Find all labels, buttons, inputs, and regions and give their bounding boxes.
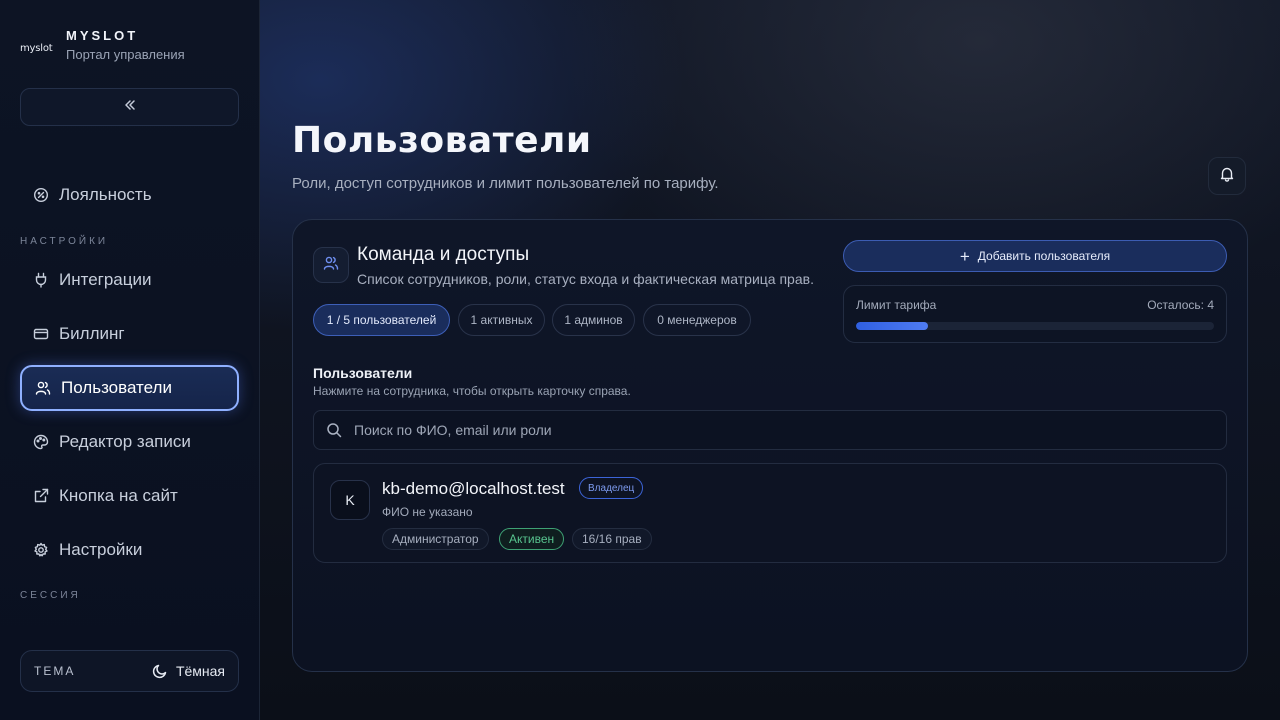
search-icon bbox=[326, 422, 342, 438]
notifications-button[interactable] bbox=[1208, 157, 1246, 195]
theme-switcher: ТЕМА Тёмная bbox=[20, 650, 239, 692]
brand-name: MYSLOT bbox=[66, 28, 139, 43]
rights-tag: 16/16 прав bbox=[572, 528, 652, 550]
brand-subtitle: Портал управления bbox=[66, 47, 185, 62]
brand-logo: myslot bbox=[20, 42, 53, 54]
team-title: Команда и доступы bbox=[357, 244, 530, 265]
sidebar-item-label: Лояльность bbox=[59, 185, 152, 204]
sidebar-item-site-button[interactable]: Кнопка на сайт bbox=[20, 473, 239, 519]
user-fio: ФИО не указано bbox=[382, 505, 473, 519]
sidebar-item-billing[interactable]: Биллинг bbox=[20, 311, 239, 357]
status-badge: Активен bbox=[499, 528, 565, 550]
users-icon bbox=[35, 380, 51, 396]
sidebar-item-users[interactable]: Пользователи bbox=[20, 365, 239, 411]
role-tag: Администратор bbox=[382, 528, 489, 550]
plan-limit-progress-fill bbox=[856, 322, 928, 330]
sidebar-item-label: Настройки bbox=[59, 540, 143, 559]
theme-value: Тёмная bbox=[175, 663, 225, 679]
user-list-item[interactable]: K kb-demo@localhost.test Владелец ФИО не… bbox=[313, 463, 1227, 563]
plan-limit-remaining: Осталось: 4 bbox=[1147, 298, 1214, 312]
plan-limit-box: Лимит тарифа Осталось: 4 bbox=[843, 285, 1227, 343]
sidebar-item-integrations[interactable]: Интеграции bbox=[20, 257, 239, 303]
team-icon-box bbox=[313, 247, 349, 283]
team-description: Список сотрудников, роли, статус входа и… bbox=[357, 271, 814, 287]
avatar: K bbox=[330, 480, 370, 520]
user-email: kb-demo@localhost.test bbox=[382, 479, 565, 498]
credit-card-icon bbox=[33, 326, 49, 342]
palette-icon bbox=[33, 434, 49, 450]
main-content: Пользователи Роли, доступ сотрудников и … bbox=[260, 0, 1280, 720]
users-section-hint: Нажмите на сотрудника, чтобы открыть кар… bbox=[313, 384, 631, 398]
theme-label: ТЕМА bbox=[34, 664, 76, 678]
theme-toggle-button[interactable]: Тёмная bbox=[152, 663, 225, 679]
plan-limit-label: Лимит тарифа bbox=[856, 298, 937, 312]
user-search-input[interactable] bbox=[354, 422, 1194, 438]
section-label-session: СЕССИЯ bbox=[20, 590, 81, 601]
page-subtitle: Роли, доступ сотрудников и лимит пользов… bbox=[292, 175, 719, 192]
bell-icon bbox=[1219, 166, 1235, 187]
section-label-settings: НАСТРОЙКИ bbox=[20, 236, 109, 247]
sidebar-item-label: Кнопка на сайт bbox=[59, 486, 178, 505]
chip-admins-count[interactable]: 1 админов bbox=[552, 304, 635, 336]
team-access-card: Команда и доступы Список сотрудников, ро… bbox=[292, 219, 1248, 672]
sidebar-item-label: Биллинг bbox=[59, 324, 125, 343]
gear-icon bbox=[33, 542, 49, 558]
add-user-label: Добавить пользователя bbox=[977, 249, 1111, 263]
sidebar-item-label: Пользователи bbox=[61, 378, 172, 397]
brand-text: MYSLOT Портал управления bbox=[66, 28, 185, 62]
owner-badge: Владелец bbox=[579, 477, 644, 499]
sidebar-item-booking-editor[interactable]: Редактор записи bbox=[20, 419, 239, 465]
moon-icon bbox=[152, 663, 168, 679]
add-user-button[interactable]: + Добавить пользователя bbox=[843, 240, 1227, 272]
plan-limit-progress bbox=[856, 322, 1214, 330]
page-title: Пользователи bbox=[292, 120, 592, 161]
brand[interactable]: myslot MYSLOT Портал управления bbox=[20, 28, 185, 62]
plug-icon bbox=[33, 272, 49, 288]
sidebar-item-settings[interactable]: Настройки bbox=[20, 527, 239, 573]
chip-managers-count[interactable]: 0 менеджеров bbox=[643, 304, 751, 336]
sidebar-item-label: Редактор записи bbox=[59, 432, 191, 451]
plus-icon: + bbox=[959, 246, 970, 266]
sidebar-item-label: Интеграции bbox=[59, 270, 152, 289]
sidebar: myslot MYSLOT Портал управления Лояльнос… bbox=[0, 0, 260, 720]
loyalty-icon bbox=[33, 187, 49, 203]
chip-users-count[interactable]: 1 / 5 пользователей bbox=[313, 304, 450, 336]
users-section-title: Пользователи bbox=[313, 365, 413, 381]
sidebar-item-loyalty[interactable]: Лояльность bbox=[20, 172, 239, 218]
users-icon bbox=[323, 255, 339, 276]
double-chevron-left-icon bbox=[123, 98, 137, 117]
collapse-sidebar-button[interactable] bbox=[20, 88, 239, 126]
external-link-icon bbox=[33, 488, 49, 504]
chip-active-count[interactable]: 1 активных bbox=[458, 304, 545, 336]
user-search-box bbox=[313, 410, 1227, 450]
